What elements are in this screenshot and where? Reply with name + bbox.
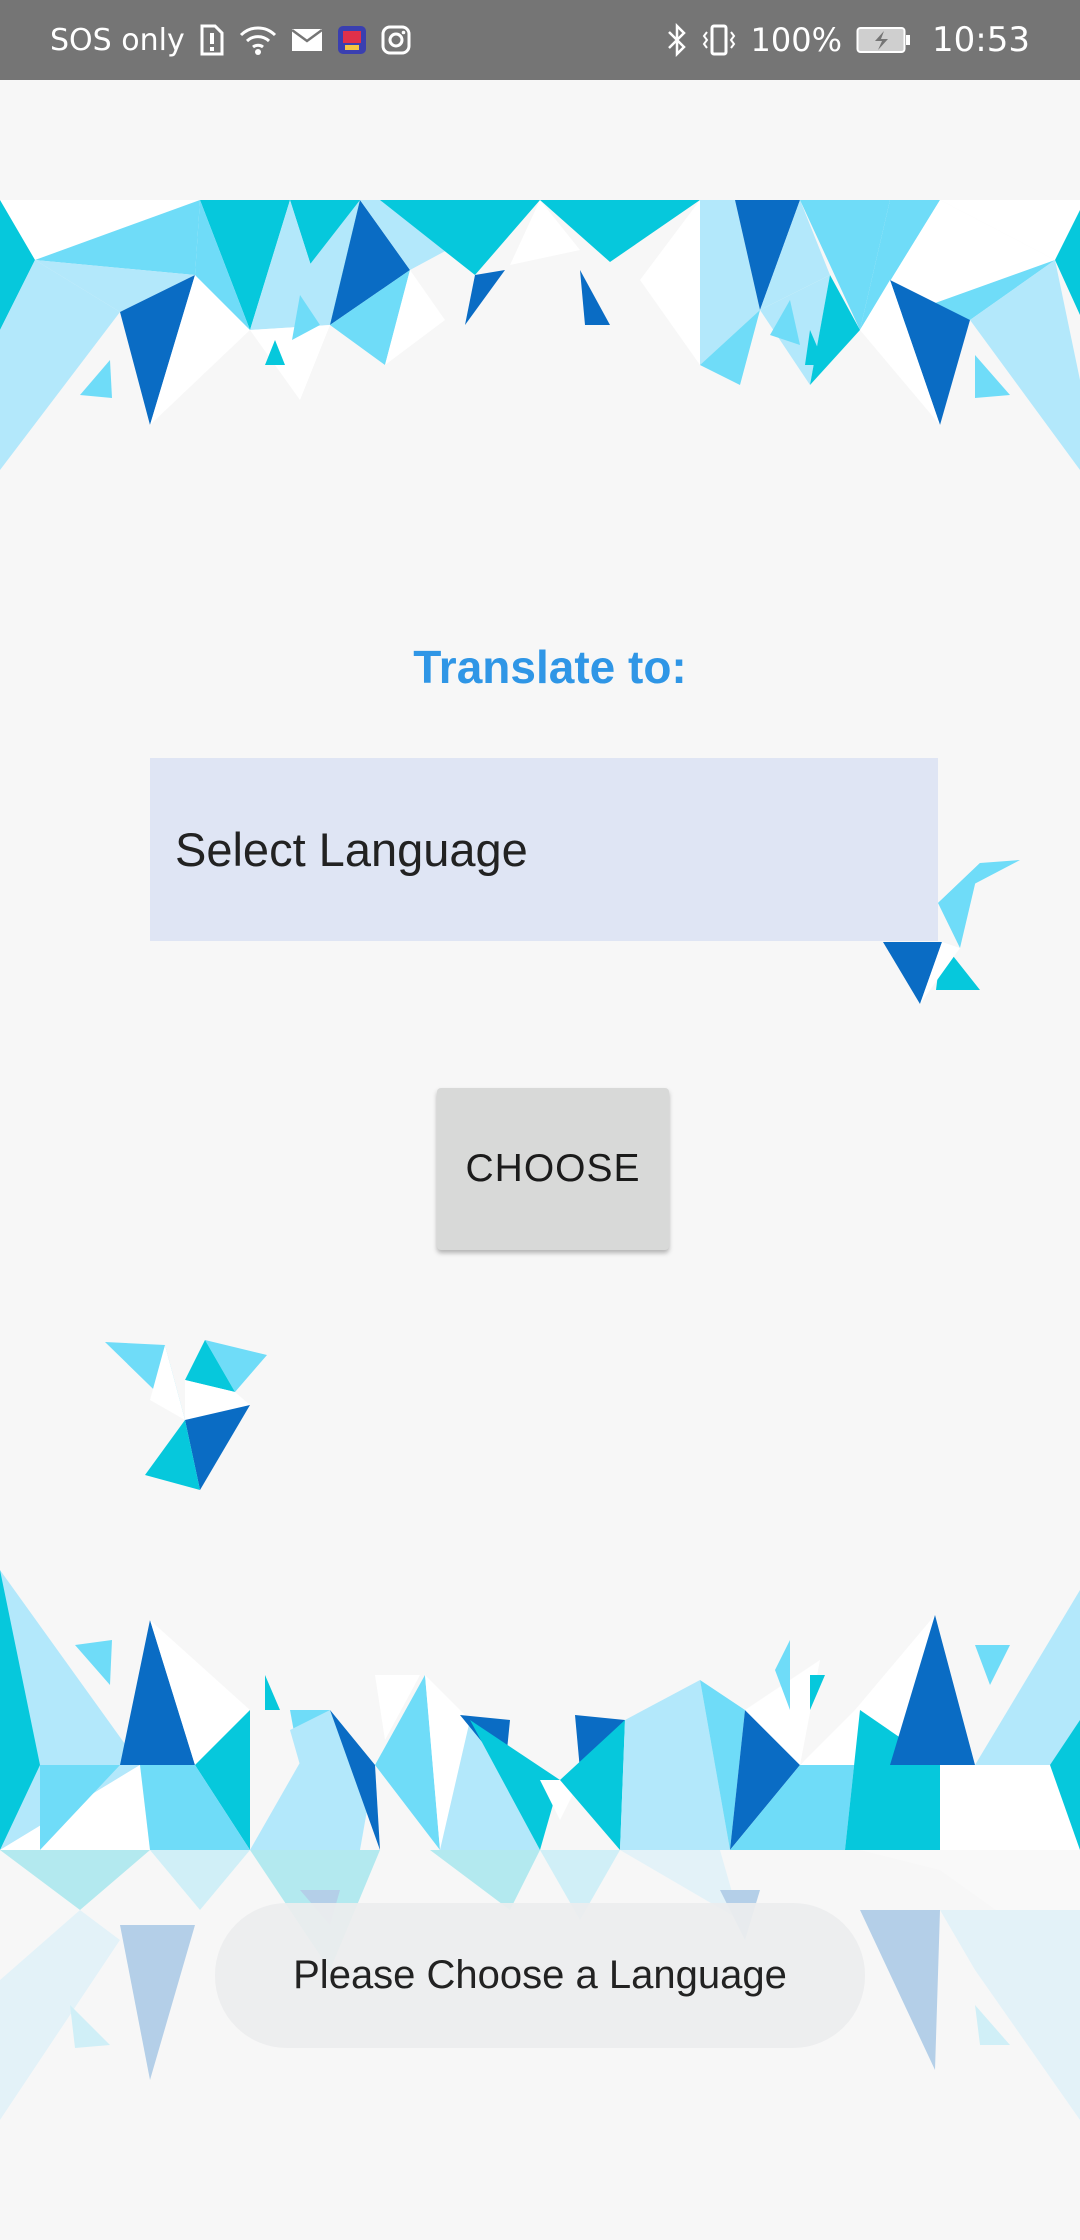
app-icon <box>337 25 367 55</box>
toast-message: Please Choose a Language <box>215 1903 865 2048</box>
bottom-polygon-art <box>0 1570 1080 1850</box>
bluetooth-icon <box>667 23 687 57</box>
app-screen: SOS only 100% 10:53 Translate to: Select… <box>0 0 1080 2240</box>
language-select[interactable]: Select Language <box>150 758 938 941</box>
status-bar: SOS only 100% 10:53 <box>0 0 1080 80</box>
top-polygon-art <box>0 200 1080 470</box>
mail-icon <box>290 28 323 52</box>
choose-button[interactable]: CHOOSE <box>437 1088 669 1250</box>
battery-percentage: 100% <box>750 21 843 59</box>
page-title: Translate to: <box>413 641 687 693</box>
language-select-value: Select Language <box>175 823 528 876</box>
battery-charging-icon <box>856 26 912 54</box>
wifi-icon <box>239 25 277 55</box>
status-right: 100% 10:53 <box>667 20 1030 60</box>
vibrate-icon <box>701 24 737 56</box>
status-left: SOS only <box>50 23 411 58</box>
sim-alert-icon <box>199 24 225 56</box>
origami-bird-left <box>105 1340 267 1490</box>
instagram-icon <box>381 25 411 55</box>
toast-text: Please Choose a Language <box>293 1953 787 1997</box>
clock: 10:53 <box>932 20 1030 60</box>
carrier-text: SOS only <box>50 22 185 58</box>
